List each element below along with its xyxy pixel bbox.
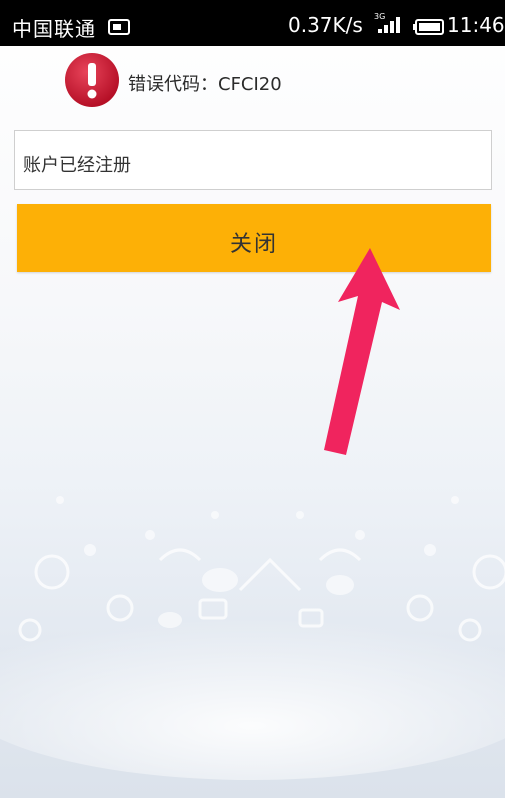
close-button[interactable]: 关闭 (17, 204, 491, 272)
close-button-label: 关闭 (229, 232, 278, 257)
battery-icon (413, 16, 445, 40)
pointer-arrow-icon (324, 248, 400, 455)
network-type-label: 3G (374, 12, 385, 21)
network-speed: 0.37K/s (288, 13, 363, 37)
sim-card-icon (108, 16, 130, 40)
background-pattern (0, 496, 505, 780)
message-text: 账户已经注册 (23, 155, 131, 176)
error-code-label: 错误代码：CFCI20 (128, 74, 282, 95)
status-bar: 中国联通 0.37K/s 3G 11:46 (0, 0, 505, 46)
signal-icon: 3G (372, 11, 406, 40)
app-screen: 中国联通 0.37K/s 3G 11:46 错误代码：CFCI20 账户已经注册… (0, 0, 505, 798)
message-box: 账户已经注册 (14, 130, 492, 190)
carrier-name: 中国联通 (12, 17, 96, 41)
exclamation-icon (64, 52, 120, 108)
clock: 11:46 (447, 13, 505, 37)
